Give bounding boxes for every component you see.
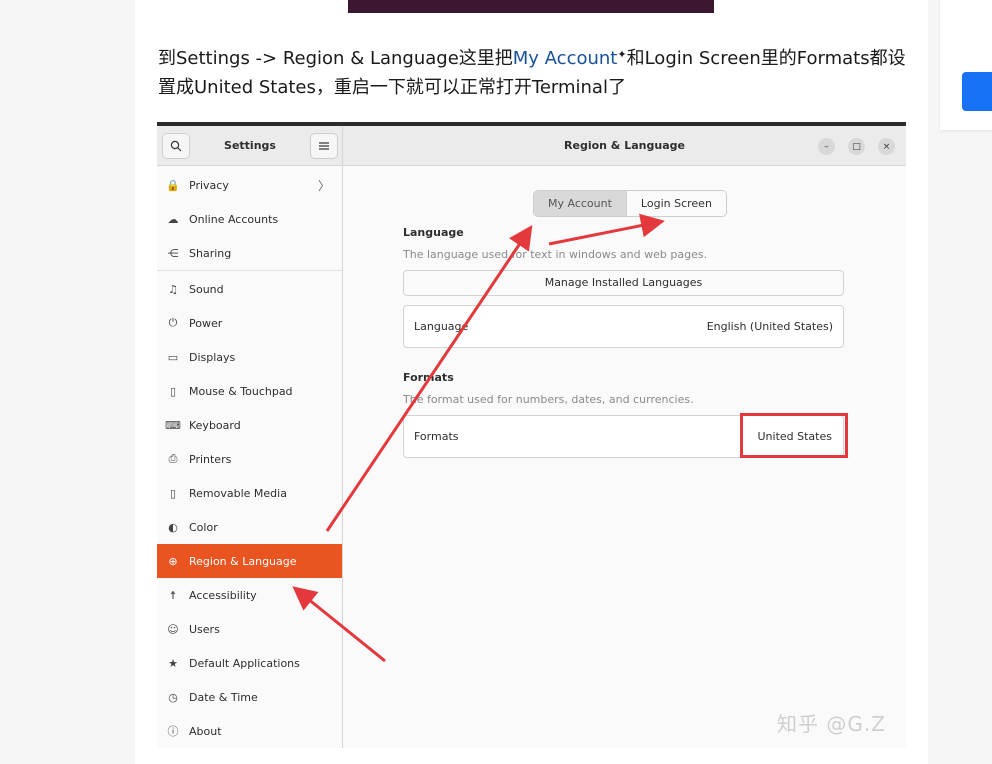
link-sparkle-icon: ✦	[617, 48, 627, 61]
side-action-button[interactable]	[962, 72, 992, 111]
previous-screenshot-bottom	[348, 0, 714, 13]
article-paragraph: 到Settings -> Region & Language这里把My Acco…	[158, 40, 910, 102]
arrow-to-login-screen	[548, 213, 665, 246]
settings-screenshot: Settings Region & Language – □ × 🔒 Privac…	[157, 122, 906, 748]
my-account-link[interactable]: My Account	[513, 48, 618, 69]
arrow-to-region-language	[292, 586, 386, 663]
annotation-arrows	[292, 213, 665, 663]
arrow-to-my-account	[325, 225, 533, 532]
paragraph-text-pre: 到Settings -> Region & Language这里把	[158, 48, 513, 69]
